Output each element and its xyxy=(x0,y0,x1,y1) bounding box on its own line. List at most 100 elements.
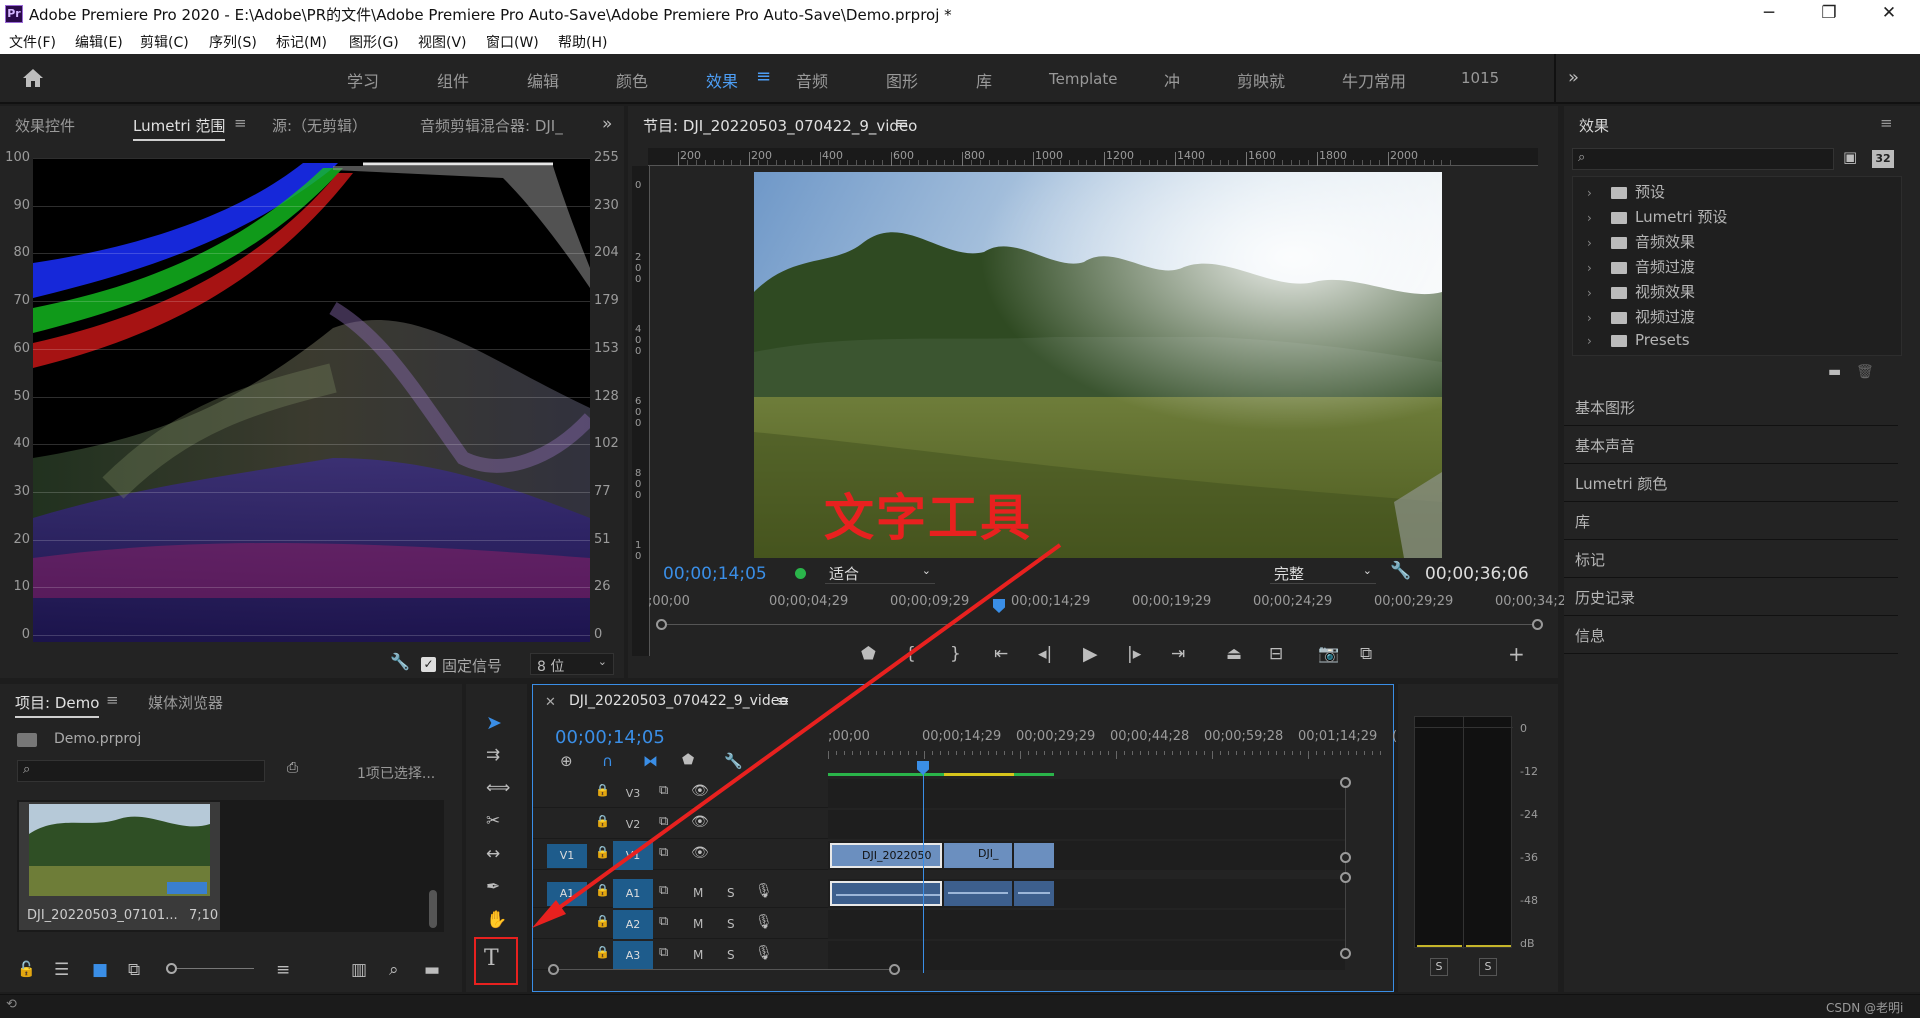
collapsed-panel-header[interactable]: Lumetri 颜色 xyxy=(1564,464,1898,502)
zoom-fit-select[interactable]: 适合 ⌄ xyxy=(825,562,935,584)
sync-lock-icon[interactable]: ⧉ xyxy=(659,883,668,898)
sort-icon[interactable]: ≡ xyxy=(276,960,290,980)
effects-tree-item[interactable]: › 音频过渡 xyxy=(1587,256,1695,281)
nest-toggle-icon[interactable]: ⊕ xyxy=(560,752,573,770)
zoom-slider-handle[interactable] xyxy=(166,963,177,974)
lift-icon[interactable]: ⏏ xyxy=(1226,644,1242,664)
effects-menu-icon[interactable]: ≡ xyxy=(1880,114,1893,132)
new-bin-icon[interactable]: ▬ xyxy=(1828,364,1841,380)
workspace-tab[interactable]: 音频 xyxy=(796,68,828,92)
audio-scroll-top-handle[interactable] xyxy=(1340,872,1351,883)
zoom-scroll-start-handle[interactable] xyxy=(656,619,667,630)
panel-menu-icon[interactable]: ≡ xyxy=(234,114,247,132)
track-target-a3[interactable]: A3 xyxy=(613,941,653,970)
timeline-timecode[interactable]: 00;00;14;05 xyxy=(555,727,665,748)
timeline-zoom-start-handle[interactable] xyxy=(548,964,559,975)
find-icon[interactable]: ⎙ xyxy=(287,760,298,776)
eye-icon[interactable]: 👁 xyxy=(691,783,709,799)
tab-project[interactable]: 项目: Demo xyxy=(15,692,100,718)
new-bin-icon[interactable]: ▬ xyxy=(424,960,440,980)
track-lock-icon[interactable]: 🔒 xyxy=(595,845,610,859)
track-target-v1[interactable]: V1 xyxy=(613,841,653,870)
clamp-signal-checkbox[interactable]: ✓ xyxy=(421,657,436,672)
minimize-button[interactable]: ─ xyxy=(1746,0,1792,28)
find-icon[interactable]: ⌕ xyxy=(389,960,399,980)
accelerated-effects-icon[interactable]: ▣ xyxy=(1843,148,1857,166)
lock-icon[interactable]: 🔓 xyxy=(17,960,36,978)
sync-lock-icon[interactable]: ⧉ xyxy=(659,914,668,929)
video-clip[interactable] xyxy=(1014,843,1054,868)
mark-out-icon[interactable]: } xyxy=(950,644,961,664)
step-back-icon[interactable]: ◂| xyxy=(1038,644,1052,664)
add-marker-icon[interactable]: ⬟ xyxy=(682,752,694,768)
workspace-tab[interactable]: Template xyxy=(1049,70,1117,88)
track-target-v2[interactable]: V2 xyxy=(613,810,653,839)
comparison-view-icon[interactable]: ⧉ xyxy=(1360,644,1372,664)
freeform-view-icon[interactable]: ⧉ xyxy=(128,960,140,980)
track-target-a1[interactable]: A1 xyxy=(613,879,653,908)
workspace-overflow-icon[interactable]: » xyxy=(1568,67,1579,88)
effects-tree-item[interactable]: › 视频过渡 xyxy=(1587,306,1695,331)
mute-button[interactable]: M xyxy=(693,917,703,931)
mute-button[interactable]: M xyxy=(693,886,703,900)
project-menu-icon[interactable]: ≡ xyxy=(106,691,119,709)
track-lock-icon[interactable]: 🔒 xyxy=(595,814,610,828)
collapsed-panel-header[interactable]: 基本图形 xyxy=(1564,388,1898,426)
track-lock-icon[interactable]: 🔒 xyxy=(595,945,610,959)
voice-over-mic-icon[interactable]: 🎙 xyxy=(755,883,773,899)
sync-lock-icon[interactable]: ⧉ xyxy=(659,783,668,798)
program-menu-icon[interactable]: ≡ xyxy=(896,114,909,132)
sync-lock-icon[interactable]: ⧉ xyxy=(659,845,668,860)
menu-view[interactable]: 视图(V) xyxy=(418,32,467,52)
video-scroll-bottom-handle[interactable] xyxy=(1340,852,1351,863)
audio-clip[interactable] xyxy=(1014,881,1054,906)
menu-window[interactable]: 窗口(W) xyxy=(486,32,539,52)
menu-graphics[interactable]: 图形(G) xyxy=(349,32,399,52)
workspace-tab[interactable]: 冲 xyxy=(1164,68,1180,92)
slip-tool-icon[interactable]: ↔ xyxy=(486,844,500,864)
audio-scroll-bottom-handle[interactable] xyxy=(1340,948,1351,959)
automate-to-sequence-icon[interactable]: ▥ xyxy=(351,960,367,980)
program-monitor-title[interactable]: 节目: DJI_20220503_070422_9_video xyxy=(643,115,917,136)
chevron-right-icon[interactable]: › xyxy=(1587,186,1605,200)
button-editor-plus-icon[interactable]: + xyxy=(1508,642,1525,666)
effects-tree-item[interactable]: › Presets xyxy=(1587,331,1690,356)
delete-icon[interactable]: 🗑 xyxy=(1856,364,1874,380)
eye-icon[interactable]: 👁 xyxy=(691,845,709,861)
track-select-tool-icon[interactable]: ⇉ xyxy=(486,745,500,765)
mark-in-icon[interactable]: { xyxy=(905,644,916,664)
video-clip[interactable]: DJI_2022050 xyxy=(830,843,942,868)
snap-magnet-icon[interactable]: ∩ xyxy=(602,752,613,770)
effects-panel-title[interactable]: 效果 xyxy=(1579,115,1609,136)
video-scroll-top-handle[interactable] xyxy=(1340,777,1351,788)
track-lane[interactable] xyxy=(828,779,1345,808)
timeline-time-ruler[interactable]: ;00;00 00;00;14;29 00;00;29;29 00;00;44;28 0… xyxy=(828,729,1397,759)
program-playhead-timecode[interactable]: 00;00;14;05 xyxy=(663,564,767,584)
tab-audio-clip-mixer[interactable]: 音频剪辑混合器: DJI_ xyxy=(420,115,572,136)
go-to-out-icon[interactable]: ⇥ xyxy=(1171,644,1185,664)
source-patch-v1[interactable]: V1 xyxy=(547,844,587,868)
home-icon[interactable] xyxy=(22,68,44,88)
video-clip[interactable]: DJI_ xyxy=(944,843,1012,868)
track-target-a2[interactable]: A2 xyxy=(613,910,653,939)
workspace-tab[interactable]: 编辑 xyxy=(527,68,559,92)
thumbnail-zoom-slider[interactable] xyxy=(168,968,254,969)
solo-right-button[interactable]: S xyxy=(1479,958,1497,976)
sync-lock-icon[interactable]: ⧉ xyxy=(659,814,668,829)
menu-file[interactable]: 文件(F) xyxy=(9,32,56,52)
project-scrollbar[interactable] xyxy=(429,890,437,928)
close-sequence-icon[interactable]: ✕ xyxy=(545,695,556,710)
eye-icon[interactable]: 👁 xyxy=(691,814,709,830)
solo-left-button[interactable]: S xyxy=(1430,958,1448,976)
sync-lock-icon[interactable]: ⧉ xyxy=(659,945,668,960)
add-marker-icon[interactable]: ⬟ xyxy=(861,644,876,664)
mute-button[interactable]: M xyxy=(693,948,703,962)
razor-tool-icon[interactable]: ✂ xyxy=(486,811,500,831)
voice-over-mic-icon[interactable]: 🎙 xyxy=(755,945,773,961)
chevron-right-icon[interactable]: › xyxy=(1587,211,1605,225)
audio-clip[interactable] xyxy=(944,881,1012,906)
tab-media-browser[interactable]: 媒体浏览器 xyxy=(148,692,223,713)
workspace-tab[interactable]: 库 xyxy=(976,68,992,92)
workspace-tab[interactable]: 牛刀常用 xyxy=(1342,68,1406,92)
extract-icon[interactable]: ⊟ xyxy=(1269,644,1283,664)
